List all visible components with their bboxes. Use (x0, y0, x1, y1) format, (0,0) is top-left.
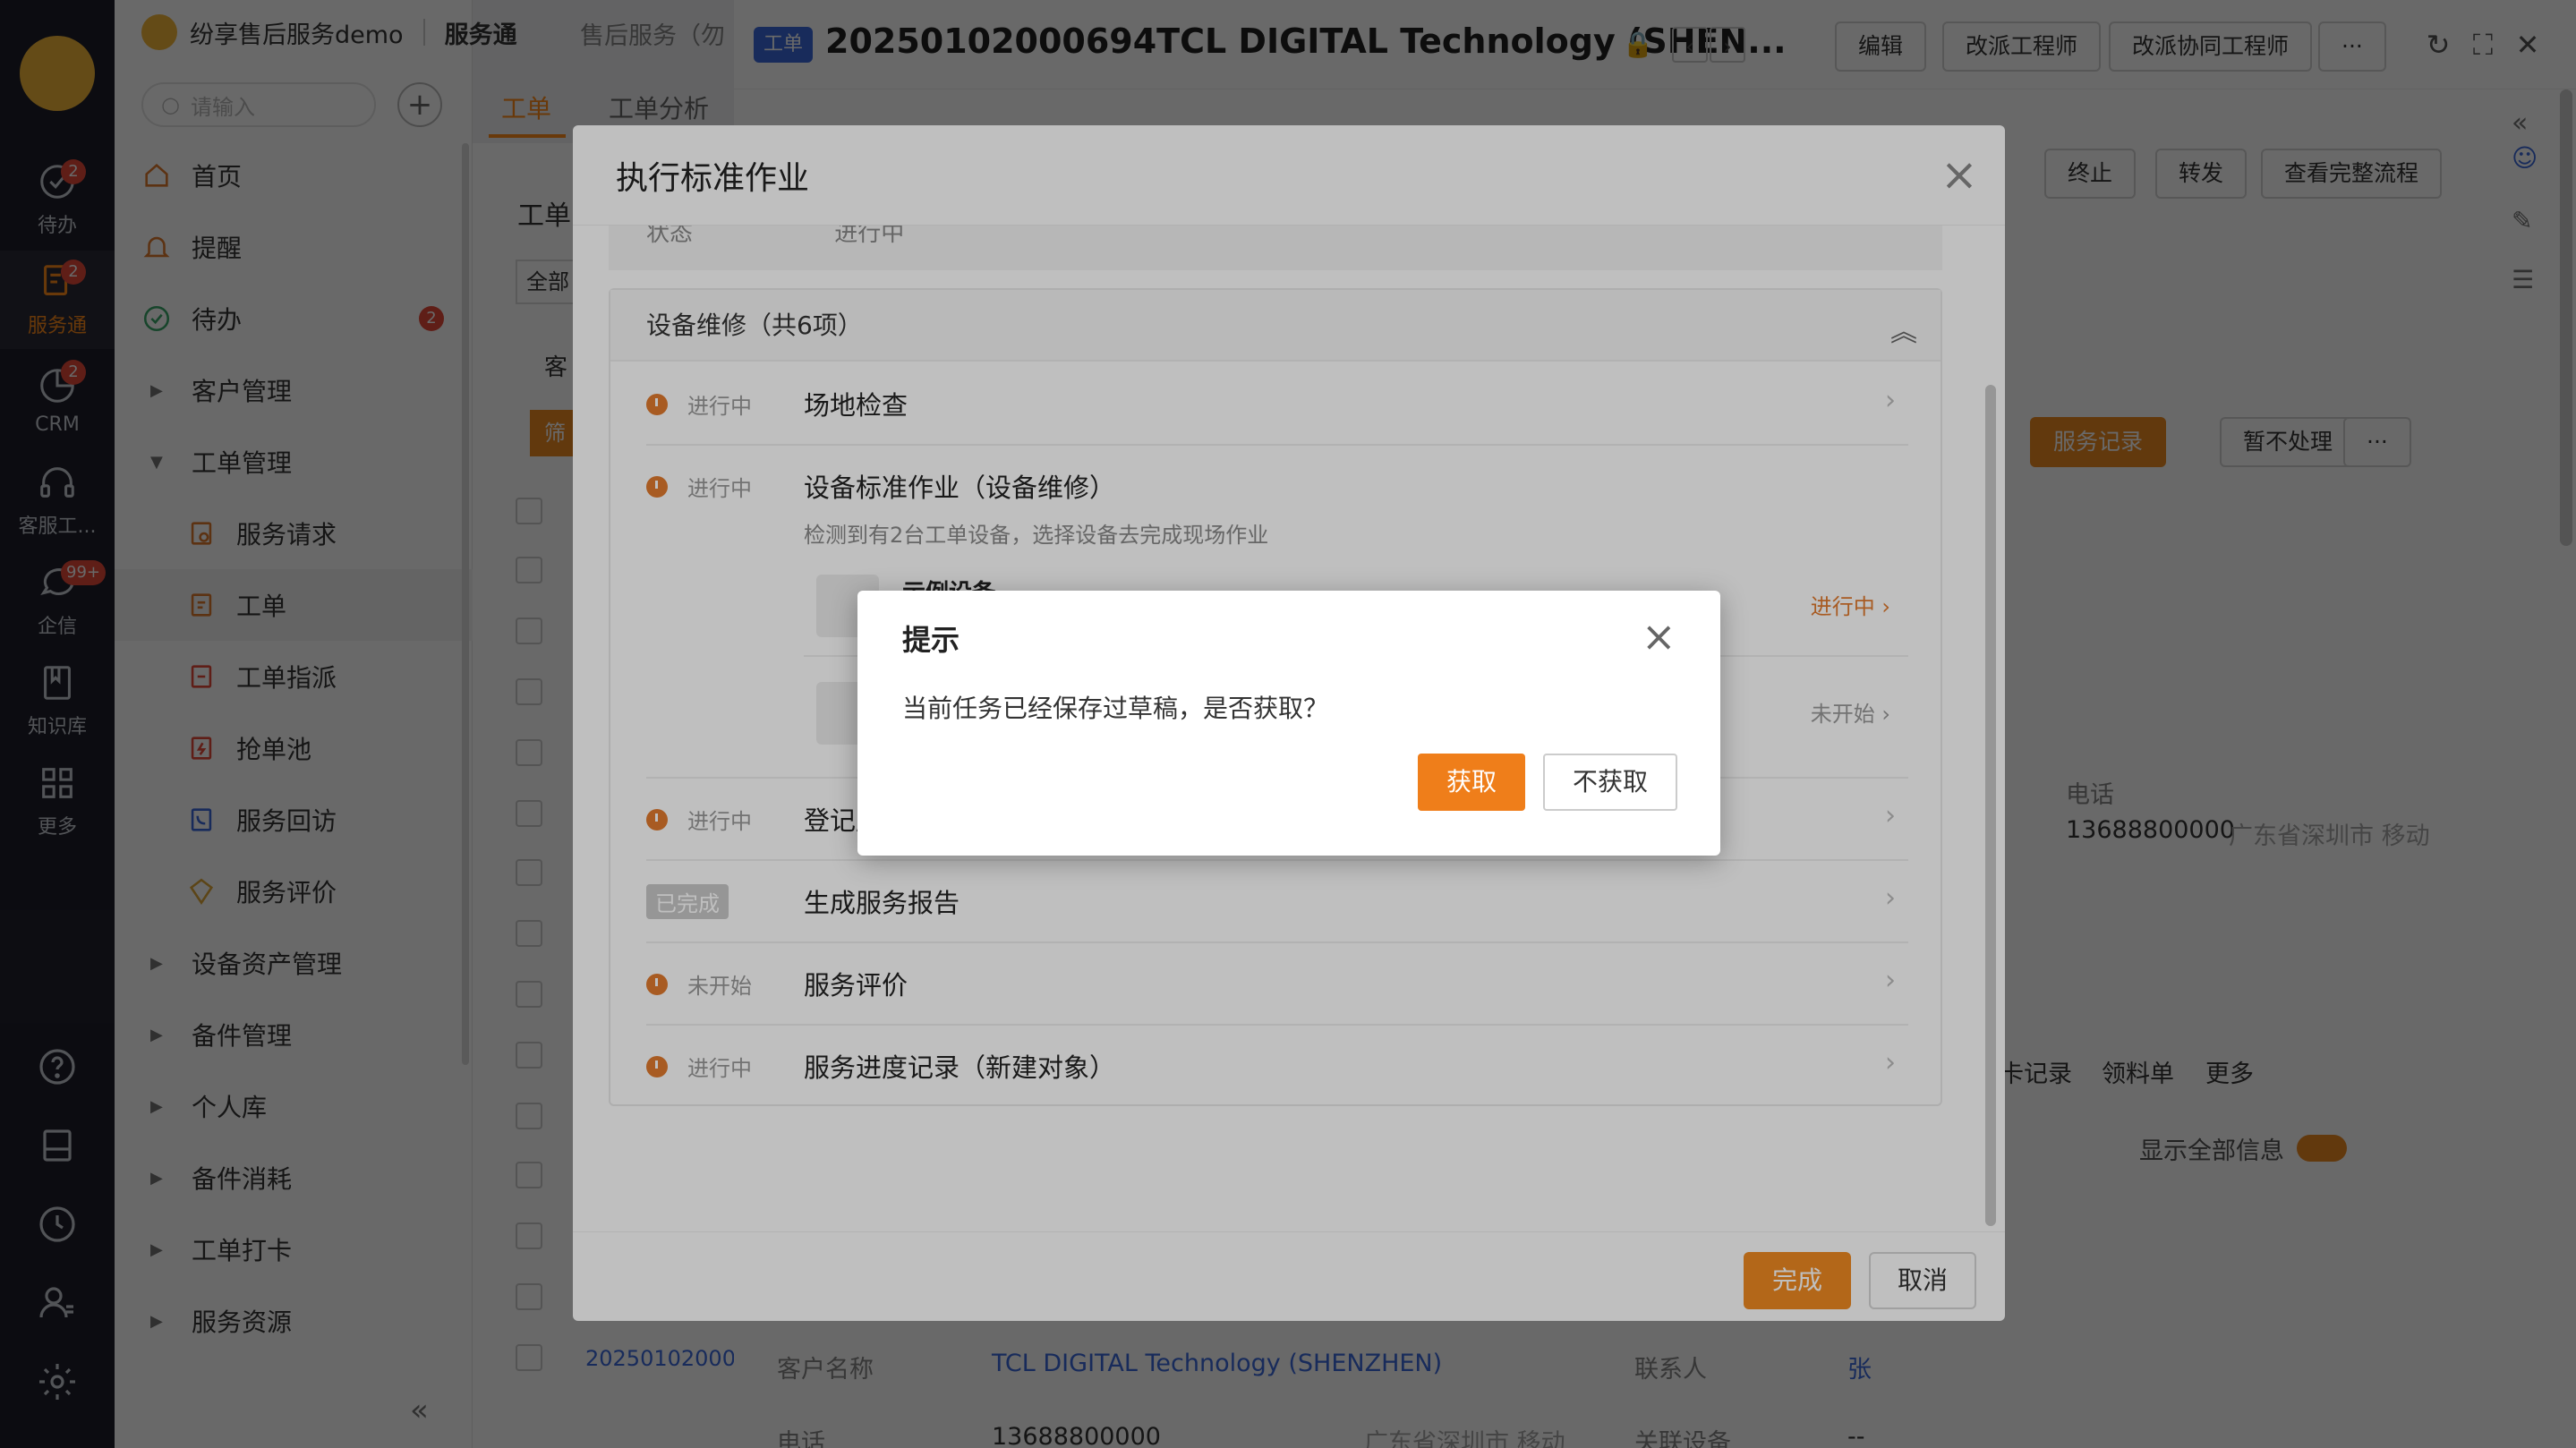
skip-draft-button[interactable]: 不获取 (1543, 754, 1677, 811)
draft-prompt-dialog: 提示 × 当前任务已经保存过草稿，是否获取？ 获取 不获取 (857, 591, 1720, 856)
dialog-title: 提示 (902, 623, 960, 657)
dialog-close-icon[interactable]: × (1642, 616, 1676, 657)
dialog-message: 当前任务已经保存过草稿，是否获取？ (902, 694, 1329, 723)
fetch-draft-button[interactable]: 获取 (1418, 754, 1525, 811)
